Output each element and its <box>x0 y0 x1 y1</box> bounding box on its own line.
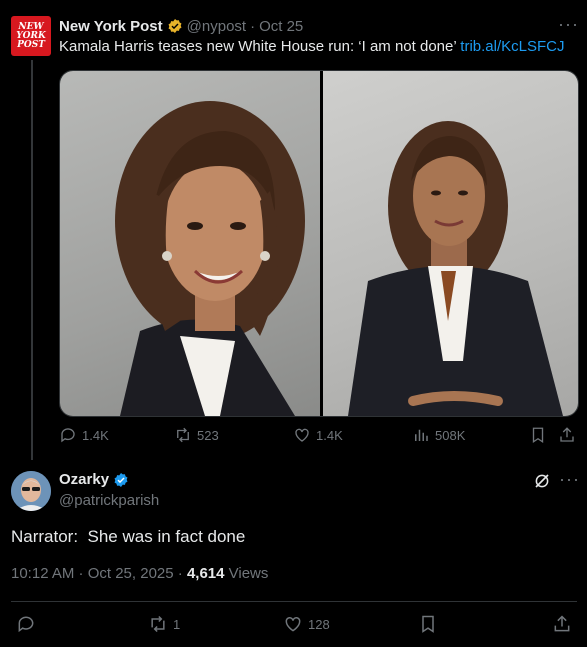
share-icon <box>554 615 570 632</box>
bookmark-icon <box>532 427 544 444</box>
nypost-avatar[interactable]: NEW YORK POST <box>11 16 51 56</box>
reply-handle[interactable]: @patrickparish <box>59 492 159 509</box>
like-count: 1.4K <box>316 427 343 443</box>
avatar-text-line: POST <box>17 39 45 50</box>
tweet-media[interactable] <box>59 70 579 417</box>
repost-button[interactable]: 523 <box>174 426 219 444</box>
media-photo-right[interactable] <box>323 71 578 416</box>
separator-dot: · <box>250 17 256 35</box>
reply-timestamp[interactable]: 10:12 AM · Oct 25, 2025 · <box>11 565 187 582</box>
reply-view-count: 4,614 <box>186 565 225 582</box>
reply-icon <box>61 428 75 443</box>
grok-icon[interactable] <box>533 472 551 490</box>
reply-share-button[interactable] <box>552 614 572 634</box>
reply-repost-button[interactable]: 1 <box>148 614 180 634</box>
thread-connector-line <box>31 60 33 460</box>
reply-bookmark-button[interactable] <box>418 614 438 634</box>
gold-verified-icon <box>168 19 182 33</box>
parent-display-name[interactable]: New York Post <box>59 18 163 35</box>
reply-display-name[interactable]: Ozarky <box>59 471 109 488</box>
views-icon <box>415 429 428 441</box>
share-button[interactable] <box>558 426 576 444</box>
reply-reply-button[interactable] <box>16 614 36 634</box>
reply-like-button[interactable]: 128 <box>283 614 330 634</box>
parent-action-bar: 1.4K 523 1.4K 508K <box>59 426 579 450</box>
like-button[interactable]: 1.4K <box>293 426 343 444</box>
reply-count: 1.4K <box>82 427 109 443</box>
reply-more-icon[interactable]: ··· <box>559 469 580 490</box>
portrait-closeup-image <box>115 101 305 416</box>
avatar-photo <box>11 471 51 511</box>
reply-repost-count: 1 <box>173 616 181 632</box>
like-icon <box>295 428 309 442</box>
reply-icon <box>18 616 34 633</box>
blue-verified-icon <box>114 472 128 487</box>
views-button[interactable]: 508K <box>412 426 465 444</box>
media-photo-left[interactable] <box>60 71 320 416</box>
parent-tweet-text: Kamala Harris teases new White House run… <box>59 37 579 57</box>
reply-tweet-text: Narrator: She was in fact done <box>11 527 246 546</box>
parent-handle[interactable]: @nypost <box>187 18 246 35</box>
reply-like-count: 128 <box>308 616 330 632</box>
repost-icon <box>177 427 189 443</box>
bookmark-icon <box>422 615 434 633</box>
reply-button[interactable]: 1.4K <box>59 426 109 444</box>
repost-icon <box>151 615 165 633</box>
repost-count: 523 <box>197 427 219 443</box>
parent-tweet-header: New York Post @nypost · Oct 25 <box>59 16 303 36</box>
share-icon <box>560 427 574 442</box>
portrait-seated-image <box>348 121 563 416</box>
reply-header: Ozarky <box>59 471 129 488</box>
reply-action-bar: 1 128 <box>11 614 577 638</box>
divider <box>11 601 577 602</box>
more-icon[interactable]: ··· <box>558 14 579 35</box>
tweet-body: Kamala Harris teases new White House run… <box>59 38 461 55</box>
ozarky-avatar[interactable] <box>11 471 51 511</box>
tweet-link[interactable]: trib.al/KcLSFCJ <box>460 38 564 55</box>
reply-meta: 10:12 AM · Oct 25, 2025 · 4,614 Views <box>11 565 268 582</box>
bookmark-button[interactable] <box>529 426 547 444</box>
views-count: 508K <box>435 427 466 443</box>
parent-date[interactable]: Oct 25 <box>259 18 303 35</box>
like-icon <box>285 616 301 632</box>
views-label: Views <box>224 565 269 582</box>
